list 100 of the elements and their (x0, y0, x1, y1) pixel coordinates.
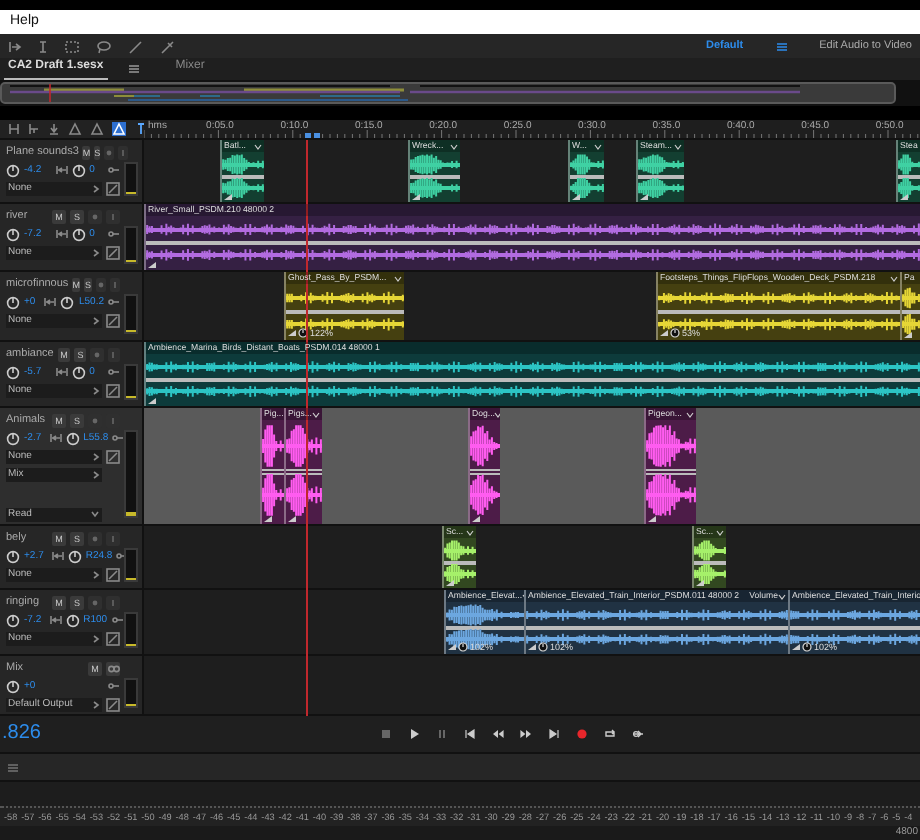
caret-icon[interactable] (594, 143, 602, 149)
chevron-icon (92, 569, 100, 579)
input-monitor-button[interactable] (106, 531, 120, 545)
input-monitor-button[interactable] (106, 209, 120, 223)
menu-icon[interactable] (8, 763, 18, 771)
skip-forward-icon[interactable] (548, 728, 560, 740)
volume-icon (224, 194, 232, 200)
effects-icon[interactable] (106, 567, 120, 581)
link-icon[interactable] (108, 368, 120, 376)
link-icon[interactable] (108, 166, 120, 174)
fast-forward-icon[interactable] (520, 728, 532, 740)
monitor-icon (108, 597, 118, 608)
record-arm-button[interactable] (90, 347, 104, 361)
caret-icon[interactable] (890, 275, 898, 281)
pan-knob-icon[interactable] (67, 549, 82, 563)
skip-selection-icon[interactable] (632, 728, 644, 740)
link-icon[interactable] (112, 434, 125, 442)
rewind-icon[interactable] (492, 728, 504, 740)
fx-knob-icon[interactable] (458, 641, 468, 652)
volume-knob-icon[interactable] (6, 163, 20, 177)
record-icon[interactable] (576, 728, 588, 740)
output-button[interactable] (106, 661, 120, 675)
volume-icon (448, 643, 456, 650)
chevron-icon (92, 633, 100, 643)
record-arm-button[interactable] (88, 595, 102, 609)
caret-icon[interactable] (494, 411, 500, 417)
effects-icon[interactable] (106, 449, 120, 463)
loop-icon[interactable] (604, 728, 616, 740)
volume-knob-icon[interactable] (6, 549, 20, 563)
pause-icon[interactable] (436, 728, 448, 740)
pan-knob-icon[interactable] (71, 365, 86, 379)
caret-icon[interactable] (254, 143, 262, 149)
link-icon[interactable] (111, 616, 124, 624)
fx-knob-icon[interactable] (538, 641, 548, 652)
volume-icon (288, 516, 296, 522)
volume-knob-icon[interactable] (6, 431, 20, 445)
input-monitor-button[interactable] (106, 595, 120, 609)
pan-knob-icon[interactable] (71, 163, 86, 177)
text-cursor-icon[interactable] (38, 39, 48, 53)
volume-icon (660, 329, 668, 336)
record-arm-button[interactable] (96, 277, 106, 291)
effects-icon[interactable] (106, 181, 120, 195)
brush-icon[interactable] (128, 39, 144, 53)
stop-icon[interactable] (380, 728, 392, 740)
pan-icon (49, 432, 62, 444)
pan-knob-icon[interactable] (65, 431, 80, 445)
monitor-icon (118, 147, 129, 158)
pan-knob-icon[interactable] (60, 295, 75, 309)
move-tool-icon[interactable] (8, 39, 22, 53)
effects-icon[interactable] (106, 383, 120, 397)
caret-icon[interactable] (466, 529, 474, 535)
input-monitor-button[interactable] (118, 145, 129, 159)
pan-icon (51, 550, 64, 562)
effects-icon[interactable] (106, 313, 120, 327)
volume-knob-icon[interactable] (6, 365, 20, 379)
pan-knob-icon[interactable] (65, 613, 80, 627)
fx-knob-icon[interactable] (670, 327, 680, 338)
volume-icon (900, 194, 908, 200)
caret-icon[interactable] (312, 411, 320, 417)
effects-icon[interactable] (106, 245, 120, 259)
caret-icon[interactable] (716, 529, 724, 535)
record-arm-button[interactable] (88, 531, 102, 545)
caret-icon[interactable] (450, 143, 458, 149)
pan-knob-icon[interactable] (71, 227, 86, 241)
triangle-icon[interactable] (68, 122, 82, 136)
menu-icon[interactable] (127, 64, 140, 74)
triangle-icon[interactable] (90, 122, 104, 136)
volume-icon (528, 643, 536, 650)
play-icon[interactable] (408, 728, 420, 740)
record-icon (90, 597, 100, 608)
caret-icon[interactable] (778, 593, 786, 599)
fx-knob-icon[interactable] (802, 641, 812, 652)
mixdown-icon[interactable] (48, 122, 60, 136)
effects-icon[interactable] (106, 631, 120, 645)
link-icon[interactable] (108, 682, 120, 690)
caret-icon[interactable] (394, 275, 402, 281)
caret-icon[interactable] (686, 411, 694, 417)
link-icon[interactable] (108, 298, 120, 306)
volume-icon (288, 329, 296, 336)
volume-icon (640, 194, 648, 200)
volume-knob-icon[interactable] (6, 227, 20, 241)
volume-knob-icon[interactable] (6, 679, 20, 693)
input-monitor-button[interactable] (110, 277, 120, 291)
volume-knob-icon[interactable] (6, 613, 20, 627)
lasso-icon[interactable] (96, 39, 112, 53)
menu-icon[interactable] (775, 41, 788, 51)
skip-back-icon[interactable] (464, 728, 476, 740)
healing-brush-icon[interactable] (160, 39, 176, 53)
record-arm-button[interactable] (104, 145, 115, 159)
pan-icon (55, 228, 68, 240)
marquee-icon[interactable] (64, 39, 80, 53)
chevron-icon (92, 183, 100, 193)
link-icon[interactable] (108, 230, 120, 238)
caret-icon (90, 510, 100, 518)
volume-icon (572, 194, 580, 200)
effects-icon[interactable] (106, 697, 120, 711)
input-monitor-button[interactable] (107, 347, 120, 361)
volume-icon (792, 643, 800, 650)
volume-knob-icon[interactable] (6, 295, 20, 309)
caret-icon[interactable] (674, 143, 682, 149)
